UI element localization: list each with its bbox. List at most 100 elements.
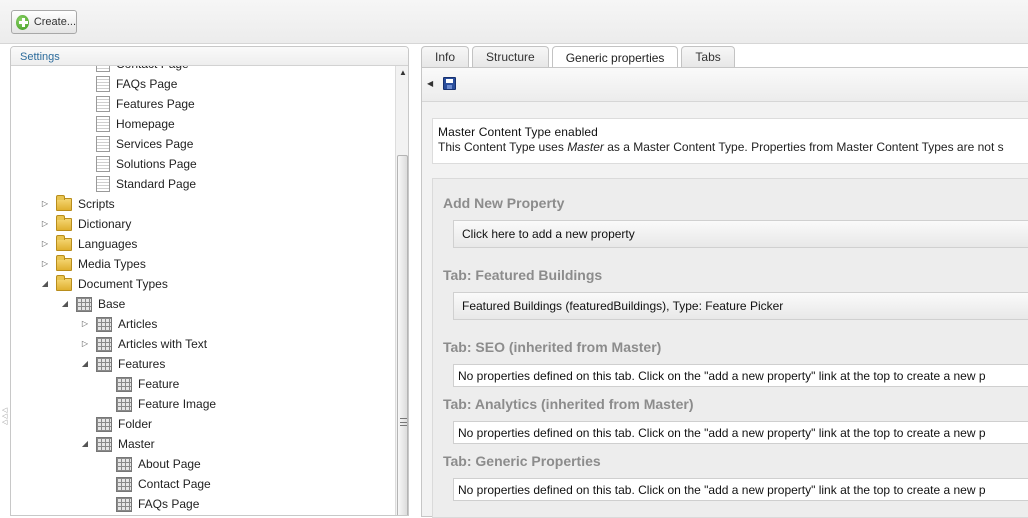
empty-tab-notice: No properties defined on this tab. Click… [453, 478, 1028, 501]
tree-node[interactable]: ▷ Scripts [41, 194, 115, 214]
tree-node[interactable]: FAQs Page [81, 74, 177, 94]
splitter-handle-icon[interactable]: ◁ ◁ ◁ [2, 407, 7, 426]
expand-arrow-icon[interactable]: ▷ [81, 320, 89, 328]
tree-node-label[interactable]: Homepage [116, 117, 175, 131]
scroll-up-arrow-icon[interactable]: ▲ [396, 68, 408, 80]
tree-node-label[interactable]: Media Types [78, 257, 146, 271]
tree-node-label[interactable]: Folder [118, 417, 152, 431]
tree-node[interactable]: ◢ Base [61, 294, 125, 314]
folder-icon [56, 274, 72, 291]
collapse-arrow-icon[interactable]: ◀ [427, 79, 433, 88]
tree-node[interactable]: About Page [101, 454, 201, 474]
tree-node[interactable]: ▷ Articles [81, 314, 157, 334]
settings-tree-panel: Settings Contact Page FAQs Page Features P… [10, 46, 409, 516]
save-icon[interactable] [443, 77, 456, 90]
tree-node-label[interactable]: About Page [138, 457, 201, 471]
property-item[interactable]: Featured Buildings (featuredBuildings), … [453, 292, 1028, 320]
scroll-thumb[interactable] [397, 155, 408, 515]
tree-node-label[interactable]: Contact Page [116, 66, 189, 71]
tree-node[interactable]: ▷ Articles with Text [81, 334, 207, 354]
tree-node-label[interactable]: Features Page [116, 97, 195, 111]
tree-node-label[interactable]: Master [118, 437, 155, 451]
expand-arrow-icon[interactable]: ▷ [81, 340, 89, 348]
tree-node-label[interactable]: Scripts [78, 197, 115, 211]
section-title: Tab: Featured Buildings [443, 267, 603, 283]
document-icon [96, 136, 110, 152]
tree-node-label[interactable]: Document Types [78, 277, 168, 291]
folder-icon [56, 234, 72, 251]
tab-generic-properties[interactable]: Generic properties [551, 46, 679, 68]
section-title: Tab: SEO (inherited from Master) [443, 339, 662, 355]
tree-node[interactable]: ▷ Media Types [41, 254, 146, 274]
tab-info[interactable]: Info [421, 46, 470, 67]
tree-node-label[interactable]: Solutions Page [116, 157, 197, 171]
doctype-icon [116, 476, 132, 492]
tree-node[interactable]: FAQs Page [101, 494, 199, 514]
empty-tab-notice: No properties defined on this tab. Click… [453, 364, 1028, 387]
add-icon [16, 14, 29, 30]
tree-node[interactable]: ▷ Dictionary [41, 214, 131, 234]
settings-tree: Contact Page FAQs Page Features Page Homepa… [11, 66, 394, 515]
tree-node[interactable]: Feature [101, 374, 179, 394]
collapse-arrow-icon[interactable]: ◢ [41, 280, 49, 288]
doctype-icon [96, 416, 112, 432]
tree-node-label[interactable]: Feature [138, 377, 179, 391]
tree-panel-header: Settings [11, 47, 408, 66]
tree-node[interactable]: ◢ Master [81, 434, 155, 454]
tree-node[interactable]: Solutions Page [81, 154, 197, 174]
master-notice-text: This Content Type uses Master as a Maste… [438, 140, 1004, 154]
tree-node-label[interactable]: Languages [78, 237, 137, 251]
collapse-arrow-icon[interactable]: ◢ [61, 300, 69, 308]
tree-node[interactable]: Contact Page [101, 474, 211, 494]
tree-node[interactable]: Feature Image [101, 394, 216, 414]
content-panel: ◀ Master Content Type enabled This Conte… [421, 67, 1028, 518]
content-toolbar: ◀ [422, 68, 1028, 102]
master-content-type-notice: Master Content Type enabled This Content… [432, 118, 1028, 164]
tree-node-label[interactable]: Dictionary [78, 217, 131, 231]
collapse-arrow-icon[interactable]: ◢ [81, 440, 89, 448]
create-button[interactable]: Create... [11, 10, 77, 34]
tree-node-label[interactable]: Contact Page [138, 477, 211, 491]
tree-node-label[interactable]: Feature Image [138, 397, 216, 411]
tree-node-label[interactable]: Articles with Text [118, 337, 207, 351]
tree-node[interactable]: Homepage [81, 114, 175, 134]
tree-node[interactable]: ◢ Document Types [41, 274, 168, 294]
section-title: Tab: Analytics (inherited from Master) [443, 396, 694, 412]
tree-scrollbar[interactable]: ▲ [395, 66, 408, 515]
doctype-icon [116, 396, 132, 412]
expand-arrow-icon[interactable]: ▷ [41, 240, 49, 248]
tree-node[interactable]: Standard Page [81, 174, 196, 194]
tree-node[interactable]: ◢ Features [81, 354, 165, 374]
tab-tabs[interactable]: Tabs [681, 46, 735, 67]
document-icon [96, 156, 110, 172]
tree-node-label[interactable]: Features [118, 357, 165, 371]
tree-node[interactable]: Features Page [81, 94, 195, 114]
doctype-icon [116, 376, 132, 392]
doctype-icon [116, 496, 132, 512]
collapse-arrow-icon[interactable]: ◢ [81, 360, 89, 368]
doctype-icon [116, 456, 132, 472]
tree-node[interactable]: ▷ Languages [41, 234, 137, 254]
tree-node[interactable]: Services Page [81, 134, 193, 154]
tree-node-label[interactable]: FAQs Page [116, 77, 177, 91]
expand-arrow-icon[interactable]: ▷ [41, 260, 49, 268]
grip-icon [400, 418, 407, 426]
tree-node[interactable]: Folder [81, 414, 152, 434]
add-property-link[interactable]: Click here to add a new property [453, 220, 1028, 248]
expand-arrow-icon[interactable]: ▷ [41, 220, 49, 228]
tree-node-label[interactable]: Articles [118, 317, 157, 331]
expand-arrow-icon[interactable]: ▷ [41, 200, 49, 208]
tab-structure[interactable]: Structure [472, 46, 549, 67]
document-icon [96, 76, 110, 92]
tree-node-label[interactable]: Base [98, 297, 125, 311]
tab-bar: Info Structure Generic properties Tabs [421, 46, 738, 68]
tree-node[interactable]: Contact Page [81, 66, 189, 74]
tree-node-label[interactable]: Standard Page [116, 177, 196, 191]
tree-node-label[interactable]: Services Page [116, 137, 193, 151]
